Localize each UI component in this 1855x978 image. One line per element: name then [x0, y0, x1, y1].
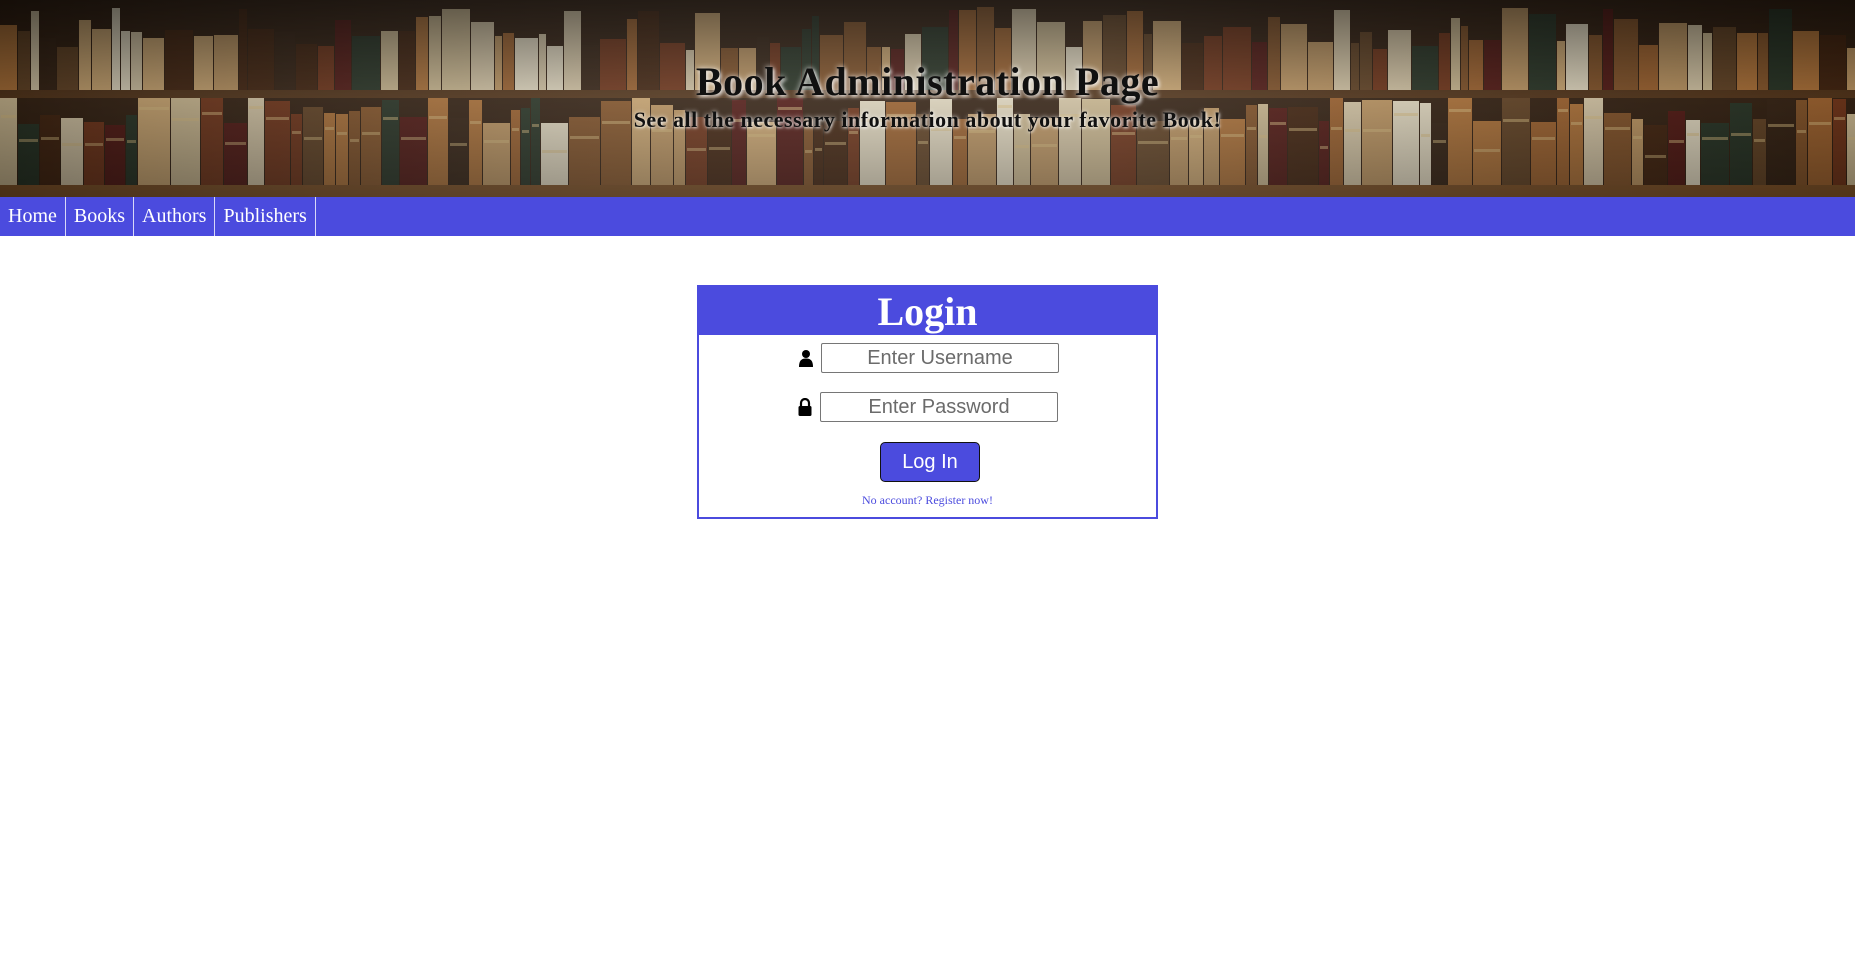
username-row — [699, 343, 1156, 373]
nav-item-home[interactable]: Home — [0, 197, 66, 236]
lock-icon — [798, 398, 812, 416]
login-title: Login — [699, 287, 1156, 335]
nav-item-authors[interactable]: Authors — [134, 197, 216, 236]
user-icon — [799, 350, 813, 367]
login-form: Login Log In No account? Register now! — [697, 285, 1158, 519]
header-banner: Book Administration Page See all the nec… — [0, 0, 1855, 197]
main-navbar: Home Books Authors Publishers — [0, 197, 1855, 236]
password-input[interactable] — [820, 392, 1058, 422]
nav-item-books[interactable]: Books — [66, 197, 135, 236]
register-link[interactable]: No account? Register now! — [699, 493, 1156, 508]
nav-item-publishers[interactable]: Publishers — [215, 197, 316, 236]
login-button[interactable]: Log In — [880, 442, 980, 482]
page-title: Book Administration Page — [695, 59, 1160, 104]
page-subtitle: See all the necessary information about … — [633, 107, 1222, 132]
username-input[interactable] — [821, 343, 1059, 373]
password-row — [699, 392, 1156, 422]
